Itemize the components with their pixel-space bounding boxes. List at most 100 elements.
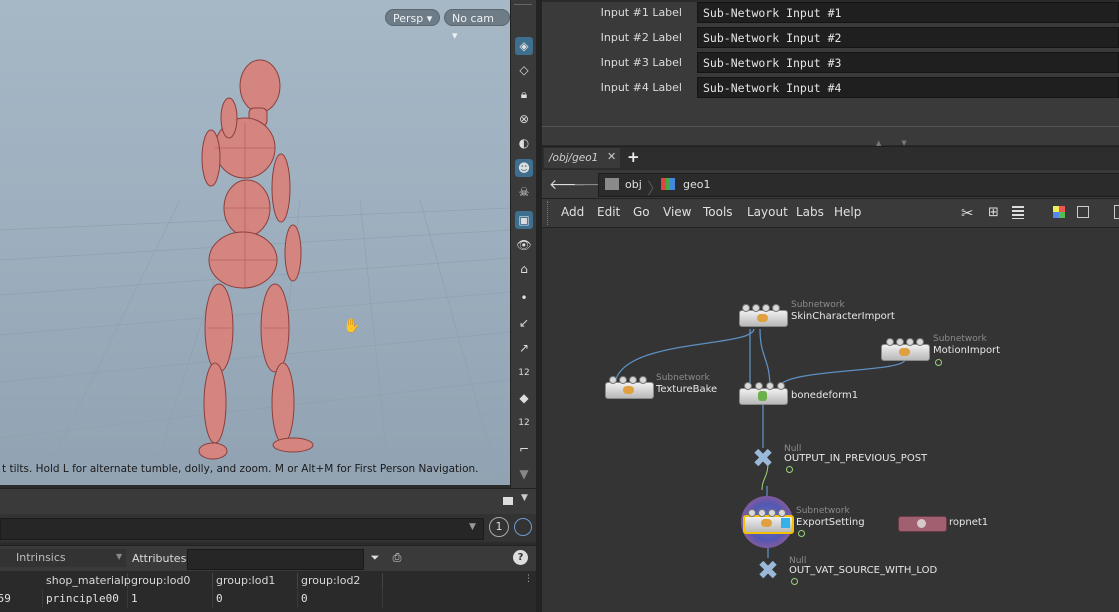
input-pin[interactable] — [762, 304, 770, 312]
menu-view[interactable]: View — [663, 205, 691, 219]
display-flag-icon[interactable] — [935, 359, 942, 366]
node-skin-character-import[interactable] — [739, 310, 788, 327]
help-icon[interactable]: ? — [513, 550, 528, 565]
shading-icon[interactable]: ◐ — [515, 134, 533, 152]
close-tab-icon[interactable]: ✕ — [607, 150, 616, 163]
node-texture-bake[interactable] — [605, 382, 654, 399]
input-pin[interactable] — [778, 509, 786, 517]
menu-go[interactable]: Go — [633, 205, 650, 219]
column-header[interactable]: group:lod0 — [128, 573, 213, 589]
input-pin[interactable] — [742, 304, 750, 312]
page-number-badge[interactable]: 1 — [489, 517, 509, 537]
vector-icon[interactable]: ↗ — [515, 339, 533, 357]
menu-edit[interactable]: Edit — [597, 205, 620, 219]
input-field[interactable]: Sub-Network Input #2 — [697, 27, 1119, 48]
input-pin[interactable] — [777, 382, 785, 390]
clear-icon[interactable]: ⊗ — [515, 110, 533, 128]
pane-options-icon[interactable] — [1114, 205, 1119, 219]
dropdown-arrow-icon[interactable]: ▼ — [116, 552, 122, 561]
breadcrumb-geo1[interactable]: geo1 — [683, 178, 710, 191]
input-field[interactable]: Sub-Network Input #4 — [697, 77, 1119, 98]
perspective-menu[interactable]: Persp ▾ — [385, 9, 441, 26]
column-header[interactable]: group:lod1 — [213, 573, 298, 589]
color-palette-icon[interactable] — [1053, 206, 1065, 218]
input-pin[interactable] — [629, 376, 637, 384]
geometry-selector[interactable]: ▼ — [0, 518, 484, 540]
column-header[interactable]: group:lod2 — [298, 573, 383, 589]
pane-icon[interactable] — [503, 497, 513, 505]
display-flag-icon[interactable] — [791, 578, 798, 585]
filter-icon[interactable]: ⏷ — [367, 549, 383, 567]
viewport[interactable]: Persp ▾ No cam ▾ ✋ t tilts. Hold L for a… — [0, 0, 510, 485]
add-tab-icon[interactable]: + — [627, 148, 640, 166]
input-pin[interactable] — [748, 509, 756, 517]
brush-icon[interactable]: ◆ — [515, 389, 533, 407]
display-options-icon[interactable]: ◈ — [515, 37, 533, 55]
node-motion-import[interactable] — [881, 344, 930, 361]
column-menu-icon[interactable]: ⋮ — [524, 574, 533, 584]
intrinsics-dropdown[interactable]: Intrinsics ▼ — [0, 549, 126, 567]
head-icon[interactable]: ☻ — [515, 159, 533, 177]
menu-labs[interactable]: Labs — [796, 205, 824, 219]
input-pin[interactable] — [766, 382, 774, 390]
box-icon[interactable]: ▣ — [515, 211, 533, 229]
network-canvas[interactable]: Subnetwork SkinCharacterImport Subnetwor… — [542, 228, 1119, 612]
input-pin[interactable] — [744, 382, 752, 390]
list-icon[interactable] — [1012, 206, 1024, 219]
input-pin[interactable] — [758, 509, 766, 517]
input-pin[interactable] — [619, 376, 627, 384]
chevron-down-icon[interactable]: ▼ — [521, 493, 528, 503]
input-field[interactable]: Sub-Network Input #3 — [697, 52, 1119, 73]
input-pin[interactable] — [916, 338, 924, 346]
point-icon[interactable]: • — [515, 289, 533, 307]
camera-menu[interactable]: No cam ▾ — [444, 9, 510, 42]
ghost-icon[interactable]: ◇ — [515, 61, 533, 79]
input-pin[interactable] — [755, 382, 763, 390]
input-pin[interactable] — [752, 304, 760, 312]
breadcrumb-obj[interactable]: obj — [625, 178, 642, 191]
target-icon[interactable] — [514, 518, 532, 536]
arrow-down-icon[interactable]: ▼ — [515, 465, 533, 483]
toolbar-grip[interactable] — [547, 201, 551, 225]
null-node-icon[interactable]: ✖ — [751, 558, 785, 584]
node-bonedeform1[interactable] — [739, 388, 788, 405]
input-field[interactable]: Sub-Network Input #1 — [697, 2, 1119, 23]
menu-tools[interactable]: Tools — [703, 205, 733, 219]
display-flag-icon[interactable] — [786, 466, 793, 473]
tools-icon[interactable]: ✂ — [961, 204, 974, 222]
input-pin[interactable] — [639, 376, 647, 384]
display-flag-icon[interactable] — [798, 530, 805, 537]
lock-icon[interactable]: 🔒︎ — [515, 85, 533, 103]
point-number-label: 12 — [518, 368, 530, 378]
point-number-icon[interactable]: 12 — [515, 364, 533, 382]
menu-add[interactable]: Add — [561, 205, 584, 219]
camera-icon[interactable]: ⌂ — [515, 260, 533, 278]
visibility-icon[interactable]: 👁︎ — [515, 236, 533, 254]
input-pin[interactable] — [886, 338, 894, 346]
input-pin[interactable] — [768, 509, 776, 517]
skeleton-icon[interactable]: ☠︎ — [515, 183, 533, 201]
edge-icon[interactable]: ↙ — [515, 314, 533, 332]
menu-layout[interactable]: Layout — [747, 205, 788, 219]
input-pin[interactable] — [609, 376, 617, 384]
breadcrumb: obj 〉 geo1 — [598, 173, 1119, 198]
input-pin[interactable] — [906, 338, 914, 346]
dropdown-arrow-icon[interactable]: ▼ — [469, 522, 476, 532]
tree-icon[interactable]: ⊞ — [988, 205, 999, 220]
node-export-setting[interactable] — [743, 515, 794, 534]
subnet-icon — [761, 519, 772, 527]
null-node-icon[interactable]: ✖ — [746, 446, 780, 472]
grid-view-icon[interactable] — [1077, 206, 1089, 218]
column-header[interactable]: shop_materialp — [43, 573, 131, 589]
attributes-filter-input[interactable] — [187, 549, 364, 570]
node-name-label: SkinCharacterImport — [791, 311, 895, 322]
toolbar-grip[interactable] — [514, 4, 532, 13]
prim-number-icon[interactable]: 12 — [515, 414, 533, 432]
input-pin[interactable] — [896, 338, 904, 346]
curve-icon[interactable]: ⌐ — [515, 440, 533, 458]
menu-help[interactable]: Help — [834, 205, 861, 219]
input-pin[interactable] — [772, 304, 780, 312]
node-type-label: Subnetwork — [791, 300, 845, 310]
node-ropnet1[interactable] — [898, 516, 947, 532]
export-icon[interactable]: ⎙ — [389, 549, 405, 567]
